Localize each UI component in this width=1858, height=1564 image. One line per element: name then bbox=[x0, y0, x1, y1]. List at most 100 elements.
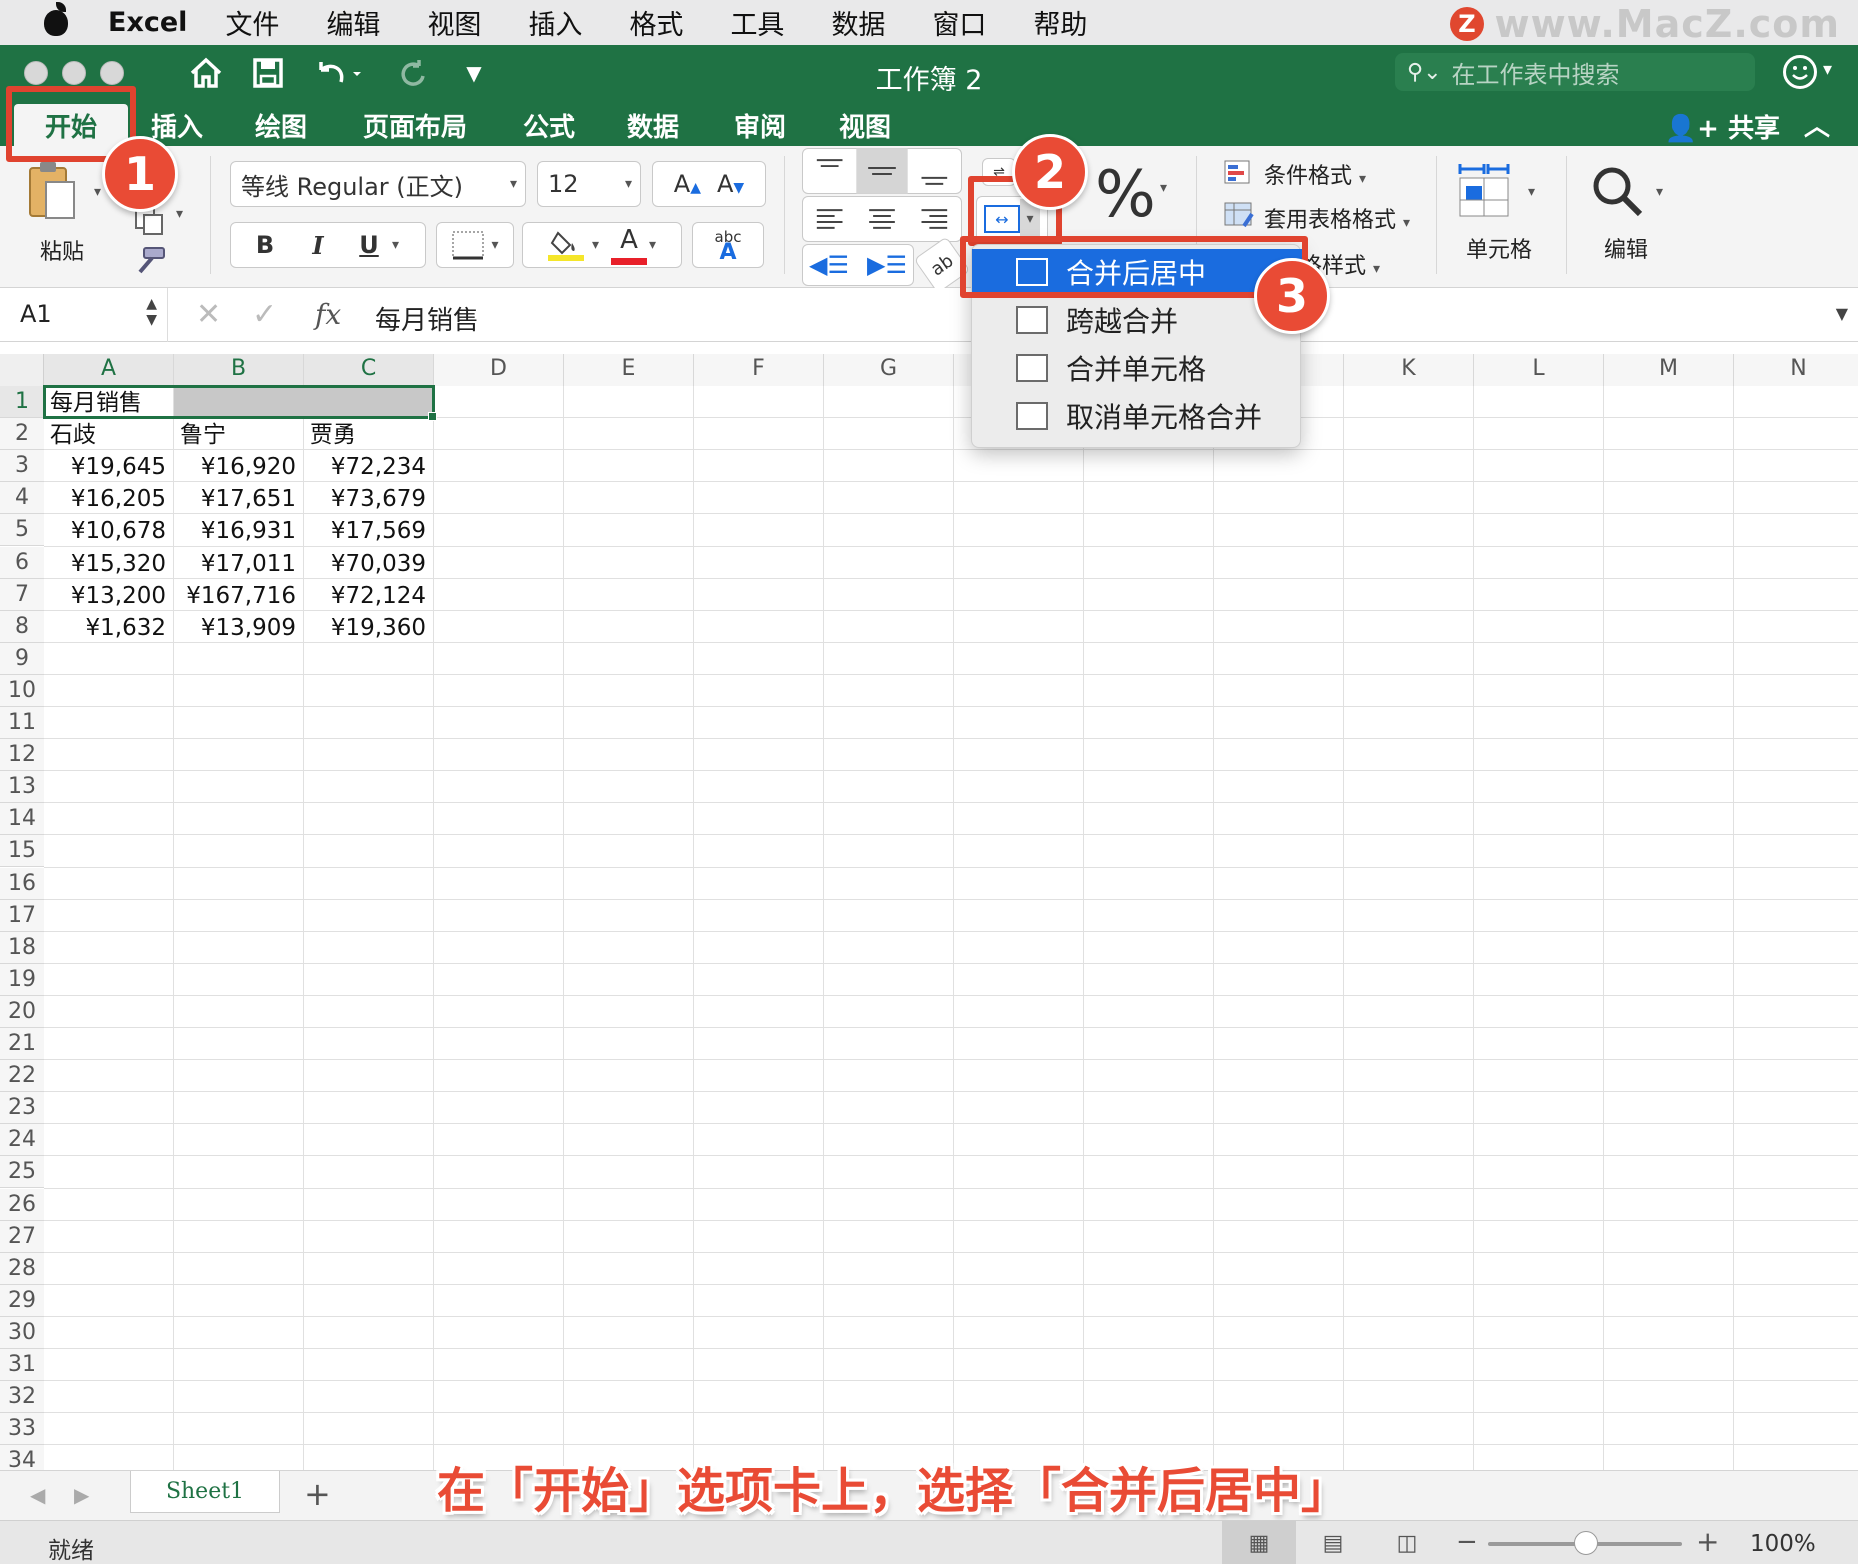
menu-item-merge-cells[interactable]: 合并单元格 bbox=[972, 345, 1302, 391]
share-button[interactable]: 👤+ 共享 bbox=[1665, 108, 1780, 145]
align-bottom-icon[interactable] bbox=[921, 176, 948, 185]
page-break-view-icon[interactable]: ◫ bbox=[1370, 1521, 1444, 1564]
column-header-f[interactable]: F bbox=[694, 354, 824, 386]
menu-tools[interactable]: 工具 bbox=[730, 3, 784, 42]
confirm-entry-icon[interactable]: ✓ bbox=[252, 297, 277, 332]
data-cell[interactable]: ¥167,716 bbox=[180, 581, 296, 613]
chevron-down-icon[interactable]: ▾ bbox=[649, 237, 656, 253]
data-cell[interactable]: ¥19,645 bbox=[50, 452, 166, 484]
redo-icon[interactable] bbox=[392, 53, 432, 93]
data-cell[interactable]: ¥72,234 bbox=[310, 452, 426, 484]
apple-icon[interactable] bbox=[40, 0, 96, 45]
italic-button[interactable]: I bbox=[290, 231, 346, 260]
align-center-icon[interactable] bbox=[869, 209, 895, 229]
row-header-25[interactable]: 25 bbox=[0, 1156, 44, 1189]
data-cell[interactable]: ¥70,039 bbox=[310, 549, 426, 581]
paste-options-caret[interactable]: ▾ bbox=[94, 184, 101, 200]
fill-handle[interactable] bbox=[428, 412, 437, 422]
tab-view[interactable]: 视图 bbox=[820, 104, 910, 146]
row-header-14[interactable]: 14 bbox=[0, 803, 44, 836]
column-header-e[interactable]: E bbox=[564, 354, 694, 386]
fill-color-icon[interactable] bbox=[547, 225, 592, 265]
percent-style-button[interactable]: % bbox=[1095, 158, 1156, 232]
formula-input[interactable]: 每月销售 bbox=[375, 300, 479, 337]
copy-options-caret[interactable]: ▾ bbox=[176, 206, 183, 222]
row-header-4[interactable]: 4 bbox=[0, 482, 44, 515]
column-header-c[interactable]: C bbox=[304, 354, 434, 386]
bold-button[interactable]: B bbox=[240, 231, 290, 259]
menu-edit[interactable]: 编辑 bbox=[326, 3, 380, 42]
cells-icon[interactable] bbox=[1456, 160, 1516, 220]
data-cell[interactable]: ¥17,011 bbox=[180, 549, 296, 581]
row-header-8[interactable]: 8 bbox=[0, 610, 44, 643]
row-header-10[interactable]: 10 bbox=[0, 674, 44, 707]
row-header-24[interactable]: 24 bbox=[0, 1124, 44, 1157]
row-header-28[interactable]: 28 bbox=[0, 1252, 44, 1285]
data-cell[interactable]: ¥16,205 bbox=[50, 484, 166, 516]
tab-draw[interactable]: 绘图 bbox=[236, 104, 326, 146]
data-cell[interactable]: ¥10,678 bbox=[50, 516, 166, 548]
font-name-select[interactable]: 等线 Regular (正文) ▾ bbox=[230, 161, 526, 207]
menu-insert[interactable]: 插入 bbox=[528, 3, 582, 42]
cells-label[interactable]: 单元格 bbox=[1466, 232, 1532, 264]
font-color-icon[interactable]: A bbox=[609, 225, 649, 265]
row-header-3[interactable]: 3 bbox=[0, 450, 44, 483]
row-header-23[interactable]: 23 bbox=[0, 1092, 44, 1125]
row-header-34[interactable]: 34 bbox=[0, 1445, 44, 1470]
name-box[interactable]: A1 ▲ ▼ bbox=[0, 288, 168, 342]
column-header-k[interactable]: K bbox=[1344, 354, 1474, 386]
data-cell[interactable]: ¥13,200 bbox=[50, 581, 166, 613]
data-cell[interactable]: ¥73,679 bbox=[310, 484, 426, 516]
column-header-g[interactable]: G bbox=[824, 354, 954, 386]
menu-view[interactable]: 视图 bbox=[427, 3, 481, 42]
decrease-indent-icon[interactable]: ◀☰ bbox=[809, 251, 849, 279]
data-cell[interactable]: ¥15,320 bbox=[50, 549, 166, 581]
column-header-b[interactable]: B bbox=[174, 354, 304, 386]
shrink-font-button[interactable]: A▼ bbox=[717, 170, 744, 198]
column-header-m[interactable]: M bbox=[1604, 354, 1734, 386]
conditional-format-button[interactable]: 条件格式 ▾ bbox=[1264, 158, 1366, 190]
feedback-smiley-icon[interactable] bbox=[1783, 55, 1817, 89]
row-header-6[interactable]: 6 bbox=[0, 546, 44, 579]
zoom-in-icon[interactable]: + bbox=[1696, 1525, 1719, 1558]
header-cell[interactable]: 贾勇 bbox=[310, 420, 426, 452]
customize-toolbar-icon[interactable]: ▼ bbox=[454, 53, 494, 93]
row-header-11[interactable]: 11 bbox=[0, 707, 44, 740]
cells-caret[interactable]: ▾ bbox=[1528, 184, 1535, 200]
paste-icon[interactable] bbox=[28, 160, 78, 222]
menu-format[interactable]: 格式 bbox=[629, 3, 683, 42]
row-header-2[interactable]: 2 bbox=[0, 418, 44, 451]
row-header-13[interactable]: 13 bbox=[0, 771, 44, 804]
sheet-tab[interactable]: Sheet1 bbox=[130, 1471, 280, 1513]
prev-sheet-icon[interactable]: ◀ bbox=[30, 1483, 45, 1507]
row-header-12[interactable]: 12 bbox=[0, 739, 44, 772]
menu-item-merge-across[interactable]: 跨越合并 bbox=[972, 297, 1302, 343]
align-top-icon[interactable] bbox=[816, 159, 843, 168]
menu-data[interactable]: 数据 bbox=[831, 3, 885, 42]
collapse-ribbon-icon[interactable]: ︿ bbox=[1804, 106, 1830, 143]
chevron-down-icon[interactable]: ▾ bbox=[392, 237, 416, 253]
data-cell[interactable]: ¥17,651 bbox=[180, 484, 296, 516]
editing-caret[interactable]: ▾ bbox=[1656, 184, 1663, 200]
header-cell[interactable]: 鲁宁 bbox=[180, 420, 296, 452]
tab-review[interactable]: 审阅 bbox=[715, 104, 805, 146]
phonetic-button[interactable]: abc A bbox=[692, 222, 764, 268]
chevron-down-icon[interactable]: ▾ bbox=[592, 237, 599, 253]
font-size-select[interactable]: 12 ▾ bbox=[537, 161, 641, 207]
row-header-1[interactable]: 1 bbox=[0, 386, 44, 419]
select-all-corner[interactable] bbox=[0, 354, 44, 386]
row-header-31[interactable]: 31 bbox=[0, 1349, 44, 1382]
column-header-l[interactable]: L bbox=[1474, 354, 1604, 386]
close-window-button[interactable] bbox=[24, 61, 48, 85]
chevron-down-icon[interactable]: ▾ bbox=[1823, 59, 1832, 80]
cell-a1[interactable]: 每月销售 bbox=[50, 388, 166, 420]
next-sheet-icon[interactable]: ▶ bbox=[74, 1483, 89, 1507]
add-sheet-icon[interactable]: + bbox=[304, 1475, 331, 1513]
paste-label[interactable]: 粘贴 bbox=[40, 234, 84, 266]
save-icon[interactable] bbox=[248, 53, 288, 93]
sheet-search-input[interactable]: ⚲⌄ 在工作表中搜索 bbox=[1395, 53, 1755, 91]
zoom-window-button[interactable] bbox=[100, 61, 124, 85]
grow-font-button[interactable]: A▲ bbox=[674, 170, 701, 198]
row-header-18[interactable]: 18 bbox=[0, 931, 44, 964]
expand-formula-icon[interactable]: ▼ bbox=[1836, 304, 1848, 323]
